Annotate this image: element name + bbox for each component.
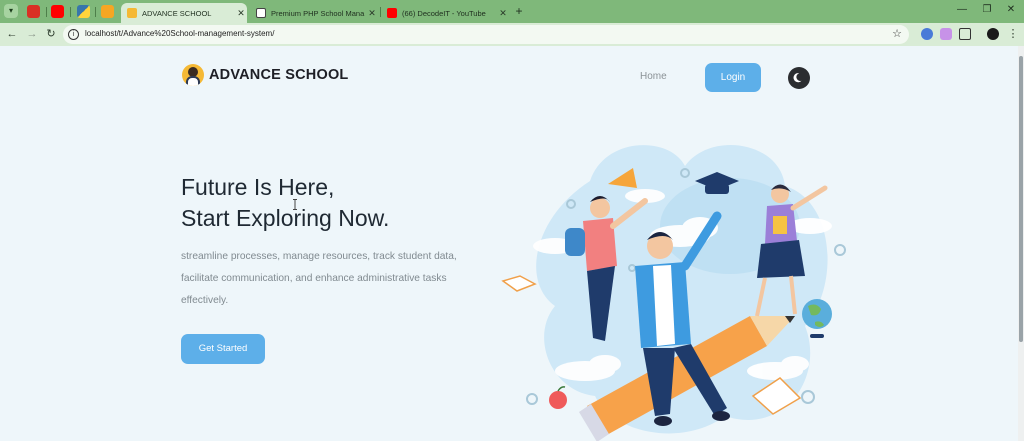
close-tab-icon[interactable]: ✕ (497, 8, 509, 19)
scrollbar-thumb[interactable] (1019, 56, 1023, 342)
tab-premium-php[interactable]: Premium PHP School Mana ✕ (250, 3, 378, 23)
browser-tab-strip: ▾ ADVANCE SCHOOL ✕ Premium PHP School Ma… (0, 0, 1024, 23)
brand[interactable]: ADVANCE SCHOOL (182, 64, 348, 86)
minimize-button[interactable]: — (952, 4, 972, 15)
text-cursor-icon (293, 199, 297, 210)
tab-divider (70, 7, 71, 17)
browser-menu-icon[interactable]: ⋮ (1006, 27, 1020, 41)
apple-icon (549, 386, 567, 409)
browser-toolbar: ← → ↻ i localhost/t/Advance%20School-man… (0, 23, 1024, 46)
tab-divider (95, 7, 96, 17)
tab-title: ADVANCE SCHOOL (142, 8, 212, 18)
nav-home-link[interactable]: Home (640, 71, 667, 82)
tab-youtube[interactable]: (66) DecodeIT - YouTube ✕ (381, 3, 509, 23)
close-tab-icon[interactable]: ✕ (366, 8, 378, 19)
youtube-icon[interactable] (51, 5, 64, 18)
python-icon[interactable] (77, 5, 90, 18)
tab-advance-school[interactable]: ADVANCE SCHOOL ✕ (121, 3, 247, 23)
address-url[interactable]: localhost/t/Advance%20School-management-… (85, 29, 274, 38)
site-favicon-icon (256, 8, 266, 18)
forward-arrow-icon[interactable]: → (25, 27, 39, 41)
back-arrow-icon[interactable]: ← (5, 27, 19, 41)
tab-title: Premium PHP School Mana (271, 8, 365, 18)
hero-description: streamline processes, manage resources, … (181, 251, 457, 306)
extension-icon[interactable] (921, 28, 933, 40)
address-bar[interactable]: i localhost/t/Advance%20School-managemen… (63, 25, 909, 44)
dark-mode-toggle[interactable] (788, 67, 810, 89)
extensions-puzzle-icon[interactable] (959, 28, 971, 40)
restore-button[interactable]: ❐ (977, 4, 997, 15)
page-viewport: ADVANCE SCHOOL Home Login Future Is Here… (0, 46, 1018, 441)
close-tab-icon[interactable]: ✕ (235, 8, 247, 19)
login-button[interactable]: Login (705, 63, 761, 92)
moon-icon (793, 73, 802, 83)
get-started-button[interactable]: Get Started (181, 334, 265, 364)
gmail-icon[interactable] (27, 5, 40, 18)
tab-title: (66) DecodeIT - YouTube (402, 8, 486, 18)
school-logo-icon (182, 64, 204, 86)
close-window-button[interactable]: ✕ (1001, 4, 1021, 15)
play-icon[interactable] (101, 5, 114, 18)
bookmark-star-icon[interactable]: ☆ (892, 27, 902, 40)
reload-icon[interactable]: ↻ (44, 27, 58, 41)
hero-title-line2: Start Exploring Now. (181, 205, 390, 231)
extension-icon[interactable] (940, 28, 952, 40)
hero-title-line1: Future Is Here, (181, 174, 335, 200)
brand-name: ADVANCE SCHOOL (209, 67, 349, 83)
hero-title: Future Is Here, Start Exploring Now. (181, 172, 389, 234)
profile-avatar[interactable] (987, 28, 999, 40)
school-favicon-icon (127, 8, 137, 18)
hero-illustration (501, 144, 846, 441)
site-info-icon[interactable]: i (68, 29, 79, 40)
tab-divider (46, 7, 47, 17)
new-tab-button[interactable]: + (512, 3, 526, 19)
tab-search-icon[interactable]: ▾ (4, 4, 18, 18)
youtube-favicon-icon (387, 8, 397, 18)
